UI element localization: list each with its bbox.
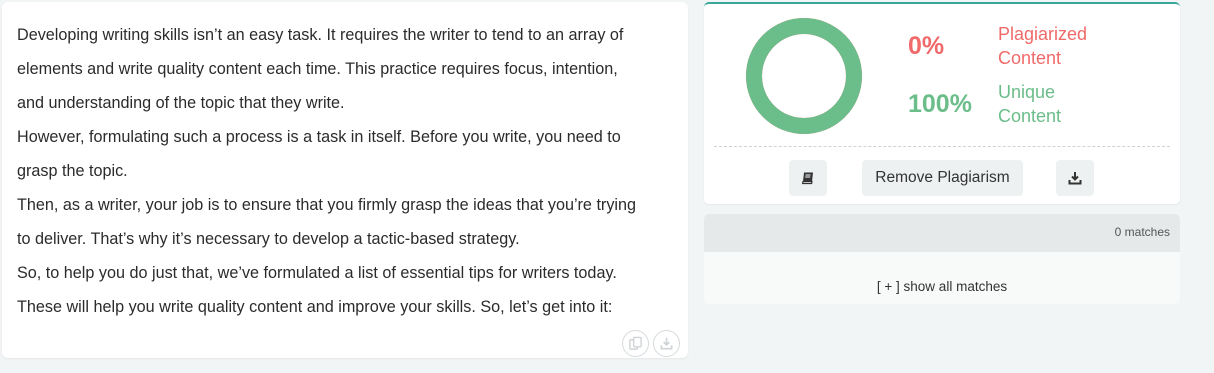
text-line: grasp the topic. (17, 162, 128, 180)
remove-plagiarism-button[interactable]: Remove Plagiarism (862, 160, 1023, 196)
show-all-matches-link[interactable]: [ + ] show all matches (704, 279, 1180, 294)
plagiarized-label-line2: Content (998, 48, 1062, 68)
report-button[interactable] (789, 160, 827, 196)
download-text-button[interactable] (653, 330, 680, 357)
text-line: These will help you write quality conten… (17, 298, 613, 316)
unique-content-donut (746, 18, 862, 134)
unique-label: Unique (998, 82, 1056, 102)
copy-icon (629, 336, 642, 350)
input-text[interactable]: Developing writing skills isn’t an easy … (17, 18, 677, 324)
matches-count: 0 matches (1114, 225, 1170, 239)
text-line: to deliver. That’s why it’s necessary to… (17, 230, 520, 248)
unique-ring (746, 18, 862, 134)
plagiarized-label: Plagiarized (998, 24, 1088, 44)
input-text-card: Developing writing skills isn’t an easy … (2, 2, 688, 358)
matches-panel: 0 matches [ + ] show all matches (704, 214, 1180, 304)
text-line: However, formulating such a process is a… (17, 128, 621, 146)
unique-percent: 100% (908, 90, 972, 118)
plagiarized-percent: 0% (908, 32, 945, 60)
download-report-button[interactable] (1056, 160, 1094, 196)
text-card-actions (622, 330, 680, 357)
text-line: Then, as a writer, your job is to ensure… (17, 196, 637, 214)
divider (714, 146, 1170, 147)
copy-button[interactable] (622, 330, 649, 357)
matches-header: 0 matches (704, 214, 1180, 252)
download-icon (1068, 172, 1082, 185)
text-line: So, to help you do just that, we’ve form… (17, 264, 617, 282)
download-icon (660, 337, 673, 350)
text-line: and understanding of the topic that they… (17, 94, 345, 112)
text-line: elements and write quality content each … (17, 60, 618, 78)
unique-label-line2: Content (998, 106, 1062, 126)
text-line: Developing writing skills isn’t an easy … (17, 26, 624, 44)
result-card: 0% Plagiarized Content 100% Unique Conte… (704, 2, 1180, 204)
book-icon (801, 172, 813, 185)
